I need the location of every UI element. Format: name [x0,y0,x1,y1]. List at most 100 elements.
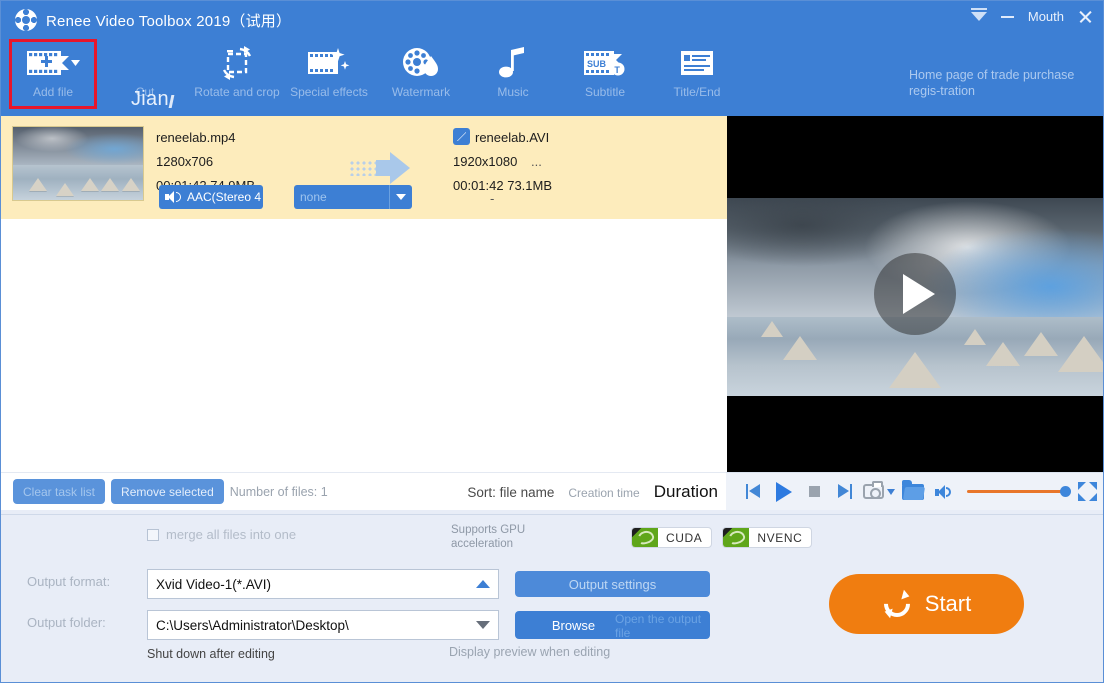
output-folder-input[interactable]: C:\Users\Administrator\Desktop\ [147,610,499,640]
account-label[interactable]: Mouth [1028,10,1064,23]
app-title: Renee Video Toolbox 2019（试用） [46,12,292,30]
subtitle-track-select[interactable]: none [294,185,412,209]
output-settings-button[interactable]: Output settings [515,571,710,597]
volume-slider[interactable] [967,486,1072,497]
open-folder-icon[interactable] [898,476,929,508]
speaker-icon [165,191,181,203]
chevron-down-icon[interactable] [389,185,412,209]
volume-icon[interactable] [929,476,960,508]
chevron-up-icon[interactable] [476,580,490,588]
start-button[interactable]: Start [829,574,1024,634]
convert-arrow-icon [349,152,410,184]
sort-controls: Sort: file name Creation time Duration [467,482,726,502]
toolbar-label: Add file [32,85,74,99]
output-ellipsis: ... [530,154,542,169]
output-resolution: 1920x1080 [453,154,518,169]
merge-files-label: merge all files into one [166,527,297,542]
merge-files-checkbox[interactable] [147,528,159,541]
toolbar-item-rotate-and-crop[interactable]: Rotate and crop [191,42,283,112]
fullscreen-icon[interactable] [1072,476,1103,508]
close-icon[interactable] [1078,9,1093,24]
player-controls [726,472,1103,510]
toolbar-label: Special effects [290,85,368,99]
output-format-select[interactable]: Xvid Video-1(*.AVI) [147,569,499,599]
sort-duration-option[interactable]: Duration [654,482,718,502]
cuda-label: CUDA [666,530,703,545]
nvenc-badge: NVENC [722,527,813,548]
track-selectors: AAC(Stereo 4 none - [1,185,727,211]
snapshot-camera-icon[interactable] [860,476,898,508]
footer-options: Shut down after editing Display preview … [147,645,707,663]
toolbar-item-special-effects[interactable]: Special effects [283,42,375,112]
list-toolbar: Clear task list Remove selected Number o… [1,472,726,510]
row-separator: - [490,191,495,206]
chevron-down-icon[interactable] [970,8,987,21]
table-row[interactable]: reneelab.mp4 1280x706 00:01:42 74.9MB re… [1,116,727,219]
file-count-label: Number of files: 1 [229,484,328,499]
refresh-icon [882,589,912,619]
window-controls: Mouth [970,8,1093,24]
edit-pencil-icon[interactable] [453,128,470,145]
app-window: Renee Video Toolbox 2019（试用） Mouth Add f… [0,0,1104,683]
open-output-file-label[interactable]: Open the output file [615,611,711,640]
output-folder-value: C:\Users\Administrator\Desktop\ [156,617,349,633]
next-icon[interactable] [830,476,861,508]
toolbar-label: Music [497,85,529,99]
source-file-name: reneelab.mp4 [156,130,236,145]
music-note-icon [497,42,529,84]
minimize-icon[interactable] [1000,15,1014,18]
shutdown-after-editing-option[interactable]: Shut down after editing [147,647,275,661]
chevron-down-icon[interactable] [476,621,490,629]
sort-creation-time-option[interactable]: Creation time [568,486,639,500]
output-format-label: Output format: [27,574,111,589]
svg-text:T: T [614,65,620,75]
nvidia-icon [723,528,750,547]
home-page-link[interactable]: Home page of trade purchase regis-tratio… [909,67,1089,99]
film-reel-icon [15,9,37,31]
audio-track-select[interactable]: AAC(Stereo 4 [159,185,263,209]
title-card-icon [680,42,714,84]
nvidia-icon [632,528,658,547]
rotate-crop-icon [218,42,256,84]
film-add-icon [26,42,80,84]
merge-files-option[interactable]: merge all files into one [147,527,296,542]
toolbar-label: Rotate and crop [194,85,280,99]
toolbar-item-music[interactable]: Music [467,42,559,112]
chevron-down-icon[interactable] [887,488,896,495]
gpu-support-label: Supports GPU acceleration [451,524,526,550]
volume-slider-knob[interactable] [1060,486,1072,497]
toolbar-label: Watermark [391,85,451,99]
toolbar-item-title-end[interactable]: Title/End [651,42,743,112]
sort-file-name-option[interactable]: Sort: file name [467,485,554,500]
play-overlay-icon[interactable] [873,253,956,335]
display-preview-option[interactable]: Display preview when editing [449,645,610,659]
play-icon[interactable] [769,476,800,508]
jian-overlay-text: Jian [131,89,175,109]
toolbar-label: Subtitle [584,85,626,99]
title-bar: Renee Video Toolbox 2019（试用） Mouth [1,1,1103,39]
start-button-label: Start [924,591,972,616]
film-sparkle-icon [307,42,351,84]
previous-icon[interactable] [738,476,769,508]
stop-icon[interactable] [799,476,830,508]
output-folder-label: Output folder: [27,615,106,630]
remove-selected-button[interactable]: Remove selected [111,479,224,504]
nvenc-label: NVENC [757,530,803,545]
audio-track-value: AAC(Stereo 4 [187,190,262,204]
output-file-name: reneelab.AVI [475,130,550,145]
subtitle-track-value: none [300,190,327,204]
gpu-badges: CUDA NVENC [631,527,813,548]
toolbar-item-subtitle[interactable]: SUB T Subtitle [559,42,651,112]
toolbar-item-add-file[interactable]: Add file [7,39,99,112]
svg-text:SUB: SUB [587,59,607,69]
clear-task-list-button[interactable]: Clear task list [13,479,106,504]
watermark-droplet-icon [401,42,441,84]
sub-toolbars: Clear task list Remove selected Number o… [1,472,1103,510]
output-format-value: Xvid Video-1(*.AVI) [156,576,272,592]
cuda-badge: CUDA [631,527,713,548]
toolbar-item-watermark[interactable]: Watermark [375,42,467,112]
file-list-pane: reneelab.mp4 1280x706 00:01:42 74.9MB re… [1,116,727,472]
toolbar-label: Title/End [673,85,721,99]
video-preview[interactable] [726,116,1103,472]
main-area: reneelab.mp4 1280x706 00:01:42 74.9MB re… [1,116,1103,472]
